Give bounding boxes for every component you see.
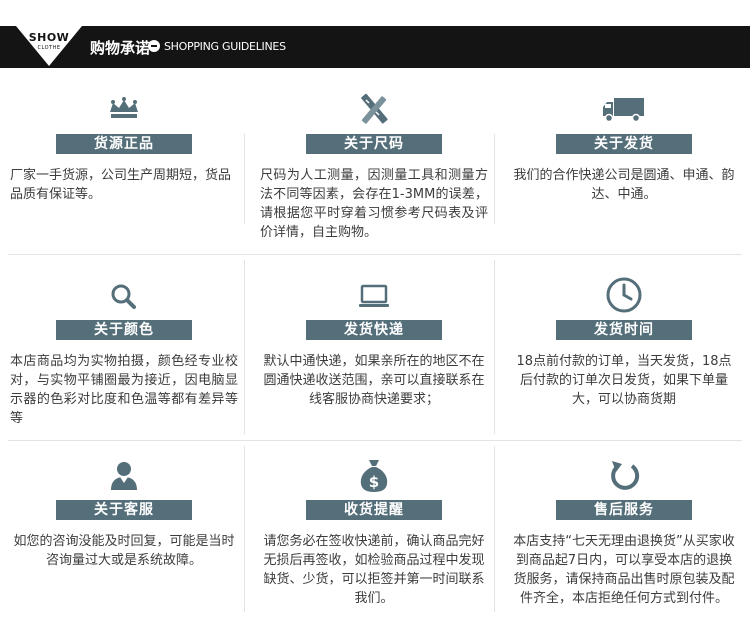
- logo-subtext: CLOTHE: [37, 45, 61, 51]
- card-label: 货源正品: [56, 134, 192, 154]
- card-description: 请您务必在签收快递前，确认商品完好无损后再签收，如检验商品过程中发现缺货、少货，…: [263, 534, 485, 606]
- laptop-icon: [354, 276, 394, 316]
- delivery-truck-icon: [600, 90, 648, 130]
- money-bag-icon: $: [354, 456, 394, 496]
- minus-circle-icon: [148, 40, 160, 52]
- guideline-card-ship-time: 发货时间 18点前付款的订单，当天发货，18点后付款的订单次日发货，如果下单量大…: [500, 276, 748, 456]
- guideline-card-color: 关于颜色 本店商品均为实物拍摄，颜色经专业校对，与实物平铺圈最为接近，因电脑显示…: [0, 276, 248, 456]
- card-description: 我们的合作快递公司是圆通、申通、韵达、中通。: [513, 168, 735, 202]
- refresh-icon: [604, 456, 644, 496]
- card-description: 本店支持“七天无理由退换货”从买家收到商品起7日内，可以享受本店的退换货服务，请…: [513, 534, 735, 606]
- card-label: 关于客服: [56, 500, 192, 520]
- guideline-card-source: 货源正品 厂家一手货源，公司生产周期短，货品品质有保证等。: [0, 90, 248, 270]
- card-description: 尺码为人工测量，因测量工具和测量方法不同等因素，会存在1-3MM的误差，请根据您…: [260, 168, 488, 240]
- ruler-pencil-icon: [354, 90, 394, 130]
- guideline-card-shipping: 关于发货 我们的合作快递公司是圆通、申通、韵达、中通。: [500, 90, 748, 270]
- clock-icon: [604, 276, 644, 316]
- card-label: 关于发货: [556, 134, 692, 154]
- guideline-card-receipt: $ 收货提醒 请您务必在签收快递前，确认商品完好无损后再签收，如检验商品过程中发…: [250, 456, 498, 636]
- guideline-card-after-sales: 售后服务 本店支持“七天无理由退换货”从买家收到商品起7日内，可以享受本店的退换…: [500, 456, 748, 636]
- section-title: 购物承诺: [90, 39, 151, 57]
- card-description: 本店商品均为实物拍摄，颜色经专业校对，与实物平铺圈最为接近，因电脑显示器的色彩对…: [10, 354, 238, 426]
- card-label: 关于尺码: [306, 134, 442, 154]
- guideline-card-service: 关于客服 如您的咨询没能及时回复，可能是当时咨询量过大或是系统故障。: [0, 456, 248, 636]
- card-label: 发货快递: [306, 320, 442, 340]
- card-label: 关于颜色: [56, 320, 192, 340]
- card-description: 如您的咨询没能及时回复，可能是当时咨询量过大或是系统故障。: [13, 534, 235, 568]
- logo-text: SHOW: [28, 31, 70, 44]
- guideline-card-courier: 发货快递 默认中通快递，如果亲所在的地区不在圆通快递收送范围，亲可以直接联系在线…: [250, 276, 498, 456]
- magnifier-icon: [104, 276, 144, 316]
- crown-icon: [104, 90, 144, 130]
- svg-text:$: $: [369, 473, 379, 491]
- guidelines-grid: 货源正品 厂家一手货源，公司生产周期短，货品品质有保证等。 关于尺码 尺码为人工…: [0, 90, 750, 638]
- section-subtitle: SHOPPING GUIDELINES: [164, 40, 286, 53]
- card-description: 默认中通快递，如果亲所在的地区不在圆通快递收送范围，亲可以直接联系在线客服协商快…: [263, 354, 485, 407]
- customer-service-icon: [104, 456, 144, 496]
- card-description: 18点前付款的订单，当天发货，18点后付款的订单次日发货，如果下单量大，可以协商…: [516, 354, 732, 407]
- card-description: 厂家一手货源，公司生产周期短，货品品质有保证等。: [10, 168, 232, 202]
- card-label: 收货提醒: [306, 500, 442, 520]
- header-bar: SHOW CLOTHE 购物承诺 SHOPPING GUIDELINES: [0, 26, 750, 68]
- card-label: 发货时间: [556, 320, 692, 340]
- guideline-card-size: 关于尺码 尺码为人工测量，因测量工具和测量方法不同等因素，会存在1-3MM的误差…: [250, 90, 498, 270]
- card-label: 售后服务: [556, 500, 692, 520]
